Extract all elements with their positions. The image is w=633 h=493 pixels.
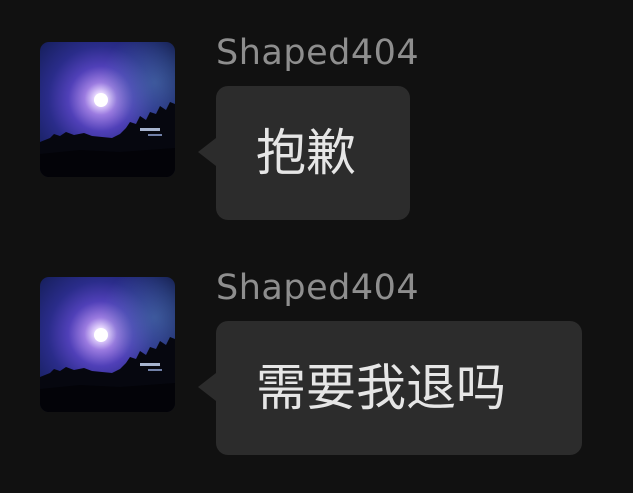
- message-bubble[interactable]: 需要我退吗: [216, 321, 582, 455]
- night-moon-avatar-image: [40, 277, 175, 412]
- bubble-tail: [198, 373, 216, 401]
- night-moon-avatar-image: [40, 42, 175, 177]
- message-bubble[interactable]: 抱歉: [216, 86, 410, 220]
- chat-view: Shaped404 抱歉 Shaped404 需要我退吗: [0, 0, 633, 493]
- message-text: 抱歉: [256, 124, 356, 182]
- sender-name: Shaped404: [216, 268, 420, 308]
- avatar[interactable]: [40, 42, 175, 177]
- sender-name: Shaped404: [216, 33, 420, 73]
- bubble-tail: [198, 138, 216, 166]
- message-text: 需要我退吗: [256, 359, 506, 417]
- avatar[interactable]: [40, 277, 175, 412]
